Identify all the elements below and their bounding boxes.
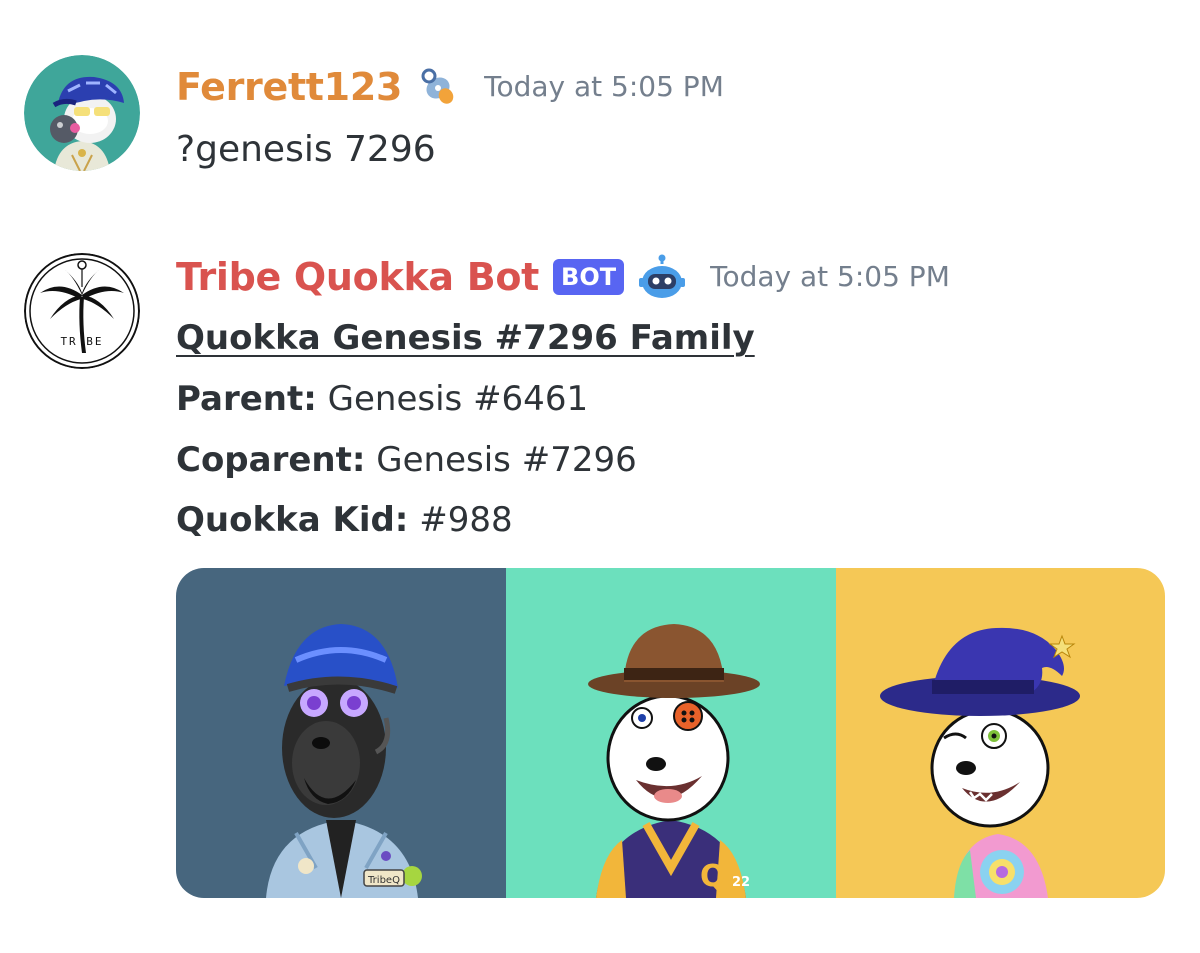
tribe-logo-text: TR BE	[60, 335, 103, 348]
robot-icon	[638, 254, 686, 300]
message-header: Ferrett123 Today at 5:05 PM	[176, 64, 724, 110]
field-kid: Quokka Kid: #988	[176, 503, 513, 537]
embed-image[interactable]: TribeQ Q 22	[176, 568, 1165, 898]
bot-avatar[interactable]: TR BE	[24, 253, 140, 369]
field-value: Genesis #6461	[316, 379, 589, 419]
field-label: Coparent:	[176, 440, 366, 480]
field-coparent: Coparent: Genesis #7296	[176, 443, 637, 477]
message-content: ?genesis 7296	[176, 129, 436, 170]
field-label: Quokka Kid:	[176, 500, 409, 540]
jacket-letter: Q	[700, 859, 726, 894]
timestamp: Today at 5:05 PM	[710, 260, 950, 293]
username[interactable]: Ferrett123	[176, 68, 402, 106]
kid-quokka-image	[836, 568, 1165, 898]
quokka-avatar-icon	[24, 55, 140, 171]
patch-label: TribeQ	[367, 875, 400, 886]
embed-title[interactable]: Quokka Genesis #7296 Family	[176, 321, 755, 355]
jacket-number: 22	[732, 875, 750, 890]
field-parent: Parent: Genesis #6461	[176, 382, 588, 416]
field-value: Genesis #7296	[365, 440, 637, 480]
pacifier-icon	[418, 64, 460, 110]
field-label: Parent:	[176, 379, 317, 419]
field-value: #988	[408, 500, 513, 540]
bot-username[interactable]: Tribe Quokka Bot	[176, 258, 539, 296]
timestamp: Today at 5:05 PM	[484, 70, 724, 103]
message-header: Tribe Quokka Bot BOT Today at 5:05 PM	[176, 254, 950, 300]
bot-tag: BOT	[553, 259, 625, 295]
user-avatar[interactable]	[24, 55, 140, 171]
parent-quokka-image: TribeQ	[176, 568, 506, 898]
coparent-quokka-image: Q 22	[506, 568, 836, 898]
tribe-logo-icon: TR BE	[24, 253, 140, 369]
